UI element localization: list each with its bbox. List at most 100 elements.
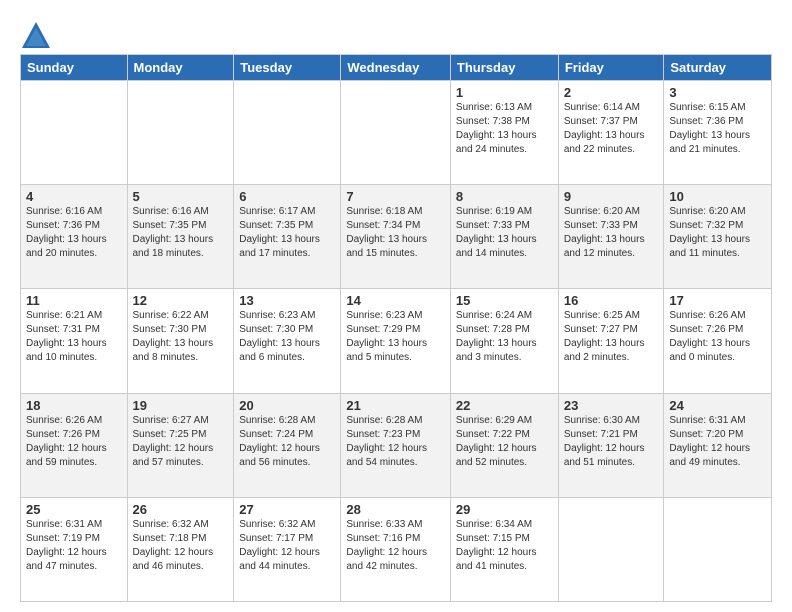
day-number: 1 [456,85,553,100]
day-number: 7 [346,189,445,204]
calendar-cell: 6Sunrise: 6:17 AMSunset: 7:35 PMDaylight… [234,185,341,289]
day-info: Sunrise: 6:20 AMSunset: 7:33 PMDaylight:… [564,205,659,261]
day-info: Sunrise: 6:21 AMSunset: 7:31 PMDaylight:… [26,309,122,365]
weekday-header-row: SundayMondayTuesdayWednesdayThursdayFrid… [21,55,772,81]
day-number: 21 [346,398,445,413]
day-info: Sunrise: 6:29 AMSunset: 7:22 PMDaylight:… [456,414,553,470]
weekday-header-wednesday: Wednesday [341,55,451,81]
day-info: Sunrise: 6:32 AMSunset: 7:17 PMDaylight:… [239,518,335,574]
weekday-header-monday: Monday [127,55,234,81]
day-info: Sunrise: 6:16 AMSunset: 7:36 PMDaylight:… [26,205,122,261]
day-number: 22 [456,398,553,413]
day-info: Sunrise: 6:28 AMSunset: 7:23 PMDaylight:… [346,414,445,470]
day-info: Sunrise: 6:18 AMSunset: 7:34 PMDaylight:… [346,205,445,261]
calendar-week-5: 25Sunrise: 6:31 AMSunset: 7:19 PMDayligh… [21,497,772,601]
calendar-cell [21,81,128,185]
day-number: 6 [239,189,335,204]
calendar-cell: 3Sunrise: 6:15 AMSunset: 7:36 PMDaylight… [664,81,772,185]
day-number: 5 [133,189,229,204]
day-info: Sunrise: 6:23 AMSunset: 7:29 PMDaylight:… [346,309,445,365]
calendar-table: SundayMondayTuesdayWednesdayThursdayFrid… [20,54,772,602]
calendar-cell: 4Sunrise: 6:16 AMSunset: 7:36 PMDaylight… [21,185,128,289]
calendar-cell: 26Sunrise: 6:32 AMSunset: 7:18 PMDayligh… [127,497,234,601]
calendar-cell: 20Sunrise: 6:28 AMSunset: 7:24 PMDayligh… [234,393,341,497]
calendar-cell [664,497,772,601]
calendar-cell [127,81,234,185]
logo [20,20,52,48]
day-number: 24 [669,398,766,413]
calendar-week-3: 11Sunrise: 6:21 AMSunset: 7:31 PMDayligh… [21,289,772,393]
calendar-cell: 13Sunrise: 6:23 AMSunset: 7:30 PMDayligh… [234,289,341,393]
calendar-cell: 21Sunrise: 6:28 AMSunset: 7:23 PMDayligh… [341,393,451,497]
calendar-cell: 16Sunrise: 6:25 AMSunset: 7:27 PMDayligh… [558,289,664,393]
weekday-header-tuesday: Tuesday [234,55,341,81]
header [20,16,772,48]
calendar-cell: 28Sunrise: 6:33 AMSunset: 7:16 PMDayligh… [341,497,451,601]
day-info: Sunrise: 6:26 AMSunset: 7:26 PMDaylight:… [669,309,766,365]
calendar-cell: 7Sunrise: 6:18 AMSunset: 7:34 PMDaylight… [341,185,451,289]
day-info: Sunrise: 6:31 AMSunset: 7:20 PMDaylight:… [669,414,766,470]
day-number: 9 [564,189,659,204]
day-number: 11 [26,293,122,308]
day-info: Sunrise: 6:25 AMSunset: 7:27 PMDaylight:… [564,309,659,365]
calendar-cell: 8Sunrise: 6:19 AMSunset: 7:33 PMDaylight… [450,185,558,289]
day-info: Sunrise: 6:13 AMSunset: 7:38 PMDaylight:… [456,101,553,157]
day-info: Sunrise: 6:14 AMSunset: 7:37 PMDaylight:… [564,101,659,157]
weekday-header-sunday: Sunday [21,55,128,81]
day-number: 29 [456,502,553,517]
day-info: Sunrise: 6:34 AMSunset: 7:15 PMDaylight:… [456,518,553,574]
day-number: 16 [564,293,659,308]
day-number: 12 [133,293,229,308]
calendar-cell: 29Sunrise: 6:34 AMSunset: 7:15 PMDayligh… [450,497,558,601]
calendar-cell: 10Sunrise: 6:20 AMSunset: 7:32 PMDayligh… [664,185,772,289]
day-number: 17 [669,293,766,308]
day-info: Sunrise: 6:16 AMSunset: 7:35 PMDaylight:… [133,205,229,261]
day-number: 15 [456,293,553,308]
day-number: 23 [564,398,659,413]
day-info: Sunrise: 6:23 AMSunset: 7:30 PMDaylight:… [239,309,335,365]
calendar-cell: 17Sunrise: 6:26 AMSunset: 7:26 PMDayligh… [664,289,772,393]
day-info: Sunrise: 6:32 AMSunset: 7:18 PMDaylight:… [133,518,229,574]
weekday-header-thursday: Thursday [450,55,558,81]
calendar-cell: 12Sunrise: 6:22 AMSunset: 7:30 PMDayligh… [127,289,234,393]
day-info: Sunrise: 6:27 AMSunset: 7:25 PMDaylight:… [133,414,229,470]
calendar-cell: 18Sunrise: 6:26 AMSunset: 7:26 PMDayligh… [21,393,128,497]
day-number: 20 [239,398,335,413]
day-number: 4 [26,189,122,204]
calendar-cell: 5Sunrise: 6:16 AMSunset: 7:35 PMDaylight… [127,185,234,289]
day-info: Sunrise: 6:30 AMSunset: 7:21 PMDaylight:… [564,414,659,470]
logo-icon [20,20,48,48]
calendar-cell: 11Sunrise: 6:21 AMSunset: 7:31 PMDayligh… [21,289,128,393]
calendar-week-2: 4Sunrise: 6:16 AMSunset: 7:36 PMDaylight… [21,185,772,289]
weekday-header-friday: Friday [558,55,664,81]
day-number: 26 [133,502,229,517]
calendar-cell: 14Sunrise: 6:23 AMSunset: 7:29 PMDayligh… [341,289,451,393]
calendar-cell: 9Sunrise: 6:20 AMSunset: 7:33 PMDaylight… [558,185,664,289]
calendar-cell: 1Sunrise: 6:13 AMSunset: 7:38 PMDaylight… [450,81,558,185]
calendar-page: SundayMondayTuesdayWednesdayThursdayFrid… [0,0,792,612]
day-number: 19 [133,398,229,413]
day-info: Sunrise: 6:28 AMSunset: 7:24 PMDaylight:… [239,414,335,470]
day-number: 28 [346,502,445,517]
calendar-cell: 23Sunrise: 6:30 AMSunset: 7:21 PMDayligh… [558,393,664,497]
calendar-week-4: 18Sunrise: 6:26 AMSunset: 7:26 PMDayligh… [21,393,772,497]
calendar-cell: 24Sunrise: 6:31 AMSunset: 7:20 PMDayligh… [664,393,772,497]
day-info: Sunrise: 6:22 AMSunset: 7:30 PMDaylight:… [133,309,229,365]
day-info: Sunrise: 6:17 AMSunset: 7:35 PMDaylight:… [239,205,335,261]
calendar-cell [234,81,341,185]
calendar-cell [341,81,451,185]
calendar-cell: 25Sunrise: 6:31 AMSunset: 7:19 PMDayligh… [21,497,128,601]
day-info: Sunrise: 6:33 AMSunset: 7:16 PMDaylight:… [346,518,445,574]
day-info: Sunrise: 6:20 AMSunset: 7:32 PMDaylight:… [669,205,766,261]
day-info: Sunrise: 6:19 AMSunset: 7:33 PMDaylight:… [456,205,553,261]
calendar-cell: 22Sunrise: 6:29 AMSunset: 7:22 PMDayligh… [450,393,558,497]
calendar-cell [558,497,664,601]
calendar-cell: 27Sunrise: 6:32 AMSunset: 7:17 PMDayligh… [234,497,341,601]
calendar-cell: 15Sunrise: 6:24 AMSunset: 7:28 PMDayligh… [450,289,558,393]
day-number: 18 [26,398,122,413]
calendar-cell: 2Sunrise: 6:14 AMSunset: 7:37 PMDaylight… [558,81,664,185]
day-info: Sunrise: 6:26 AMSunset: 7:26 PMDaylight:… [26,414,122,470]
day-number: 10 [669,189,766,204]
day-number: 3 [669,85,766,100]
day-number: 25 [26,502,122,517]
